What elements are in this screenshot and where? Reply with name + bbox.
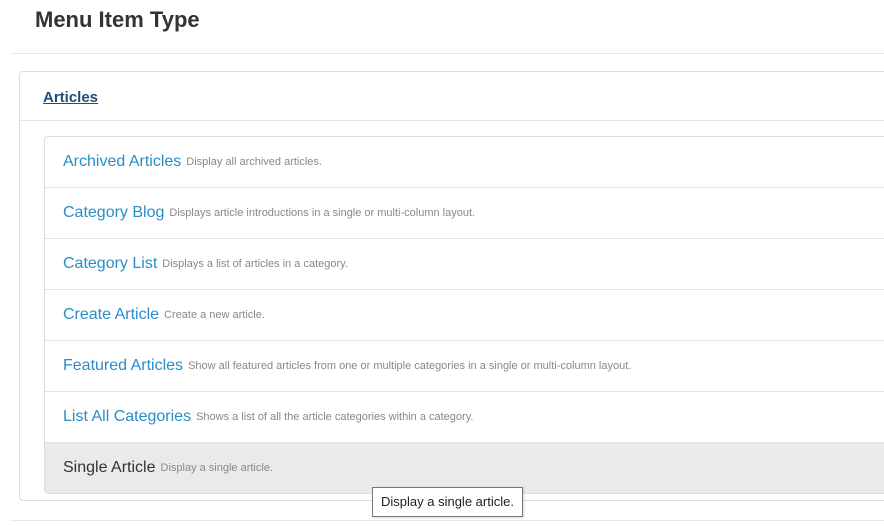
item-link[interactable]: Create Article: [63, 306, 159, 324]
item-description: Show all featured articles from one or m…: [188, 360, 632, 372]
item-link[interactable]: Archived Articles: [63, 153, 181, 171]
tooltip: Display a single article.: [372, 487, 523, 517]
accordion-heading: Articles: [20, 72, 884, 121]
item-description: Display a single article.: [160, 462, 274, 474]
item-link[interactable]: Single Article: [63, 459, 156, 477]
item-description: Create a new article.: [164, 309, 265, 321]
item-link[interactable]: Category List: [63, 255, 157, 273]
menu-type-list: Archived Articles Display all archived a…: [44, 136, 884, 494]
list-item-archived-articles[interactable]: Archived Articles Display all archived a…: [45, 137, 884, 188]
list-item-featured-articles[interactable]: Featured Articles Show all featured arti…: [45, 341, 884, 392]
title-divider: [10, 53, 884, 54]
item-link[interactable]: List All Categories: [63, 408, 191, 426]
item-description: Displays a list of articles in a categor…: [162, 258, 348, 270]
item-link[interactable]: Category Blog: [63, 204, 164, 222]
page-title: Menu Item Type: [35, 7, 200, 32]
item-description: Display all archived articles.: [186, 156, 322, 168]
bottom-divider: [10, 520, 884, 521]
item-description: Displays article introductions in a sing…: [169, 207, 476, 219]
articles-accordion: Articles Archived Articles Display all a…: [19, 71, 884, 501]
accordion-toggle-articles[interactable]: Articles: [43, 89, 98, 106]
item-description: Shows a list of all the article categori…: [196, 411, 474, 423]
list-item-single-article[interactable]: Single Article Display a single article.: [45, 443, 884, 493]
list-item-list-all-categories[interactable]: List All Categories Shows a list of all …: [45, 392, 884, 443]
list-item-category-blog[interactable]: Category Blog Displays article introduct…: [45, 188, 884, 239]
list-item-category-list[interactable]: Category List Displays a list of article…: [45, 239, 884, 290]
item-link[interactable]: Featured Articles: [63, 357, 183, 375]
list-item-create-article[interactable]: Create Article Create a new article.: [45, 290, 884, 341]
